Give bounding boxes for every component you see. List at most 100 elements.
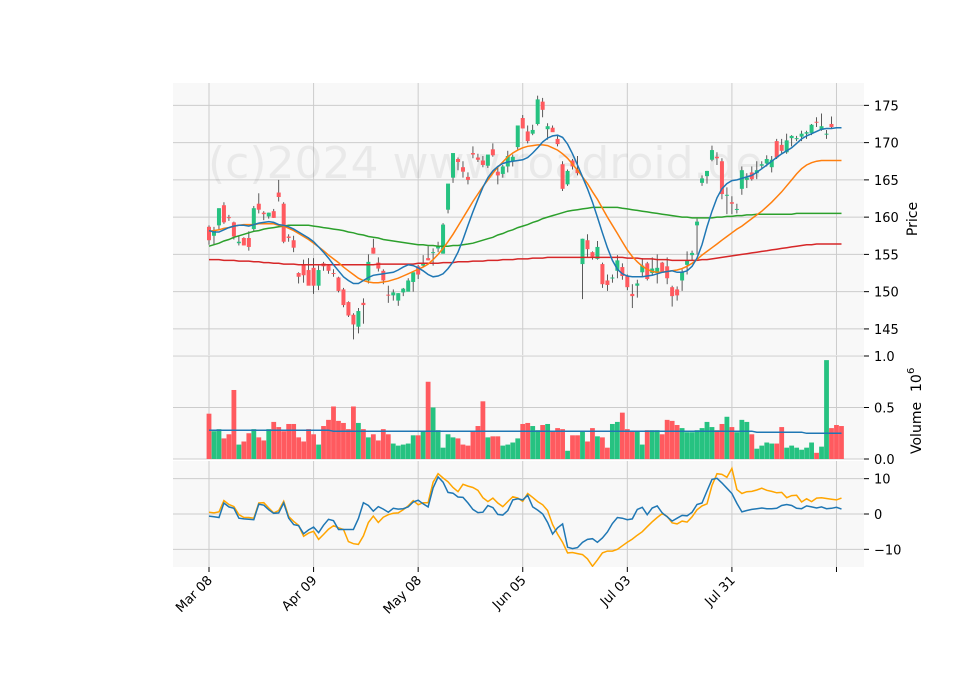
- candle-body: [446, 183, 451, 210]
- volume-bar: [316, 444, 321, 459]
- volume-bar: [674, 425, 680, 459]
- volume-bar: [704, 421, 710, 459]
- volume-bar: [694, 430, 700, 459]
- candle-body: [401, 288, 406, 293]
- volume-tick-label: 0.0: [874, 453, 895, 468]
- volume-bar: [430, 407, 436, 459]
- candle-body: [695, 221, 700, 226]
- volume-bar: [435, 430, 441, 459]
- candle-body: [361, 302, 366, 306]
- x-tick-label: May 08: [381, 573, 425, 617]
- volume-bar: [271, 421, 277, 459]
- candle-body: [246, 238, 251, 247]
- price-panel-background: [173, 83, 864, 355]
- candle-body: [700, 178, 705, 183]
- candle-body: [500, 166, 505, 174]
- candle-body: [207, 226, 211, 241]
- volume-exponent-base: 10: [909, 374, 925, 392]
- volume-bar: [311, 434, 316, 459]
- candle-body: [565, 170, 570, 185]
- volume-bar: [804, 447, 809, 459]
- candle-body: [829, 123, 834, 127]
- volume-bar: [286, 423, 292, 459]
- candle-body: [734, 208, 739, 210]
- price-tick-label: 175: [874, 99, 899, 114]
- volume-bar: [385, 434, 391, 459]
- volume-bar: [365, 437, 371, 459]
- candle-body: [670, 287, 675, 297]
- volume-bar: [515, 438, 521, 459]
- volume-bar: [819, 446, 824, 459]
- volume-bar: [654, 430, 660, 459]
- candle-body: [779, 144, 784, 151]
- candle-body: [251, 208, 256, 230]
- volume-bar: [390, 443, 396, 459]
- oscillator-tick-label: −10: [874, 543, 901, 558]
- volume-bar: [261, 440, 267, 459]
- candle-body: [431, 252, 436, 254]
- candle-body: [341, 289, 346, 306]
- volume-bar: [211, 431, 217, 459]
- candle-body: [226, 217, 231, 219]
- volume-bar: [540, 425, 546, 459]
- candle-body: [371, 247, 376, 254]
- volume-bar: [241, 441, 247, 459]
- volume-bar: [440, 447, 446, 459]
- volume-bar: [301, 441, 307, 459]
- volume-bar: [246, 433, 252, 459]
- price-tick-label: 145: [874, 323, 899, 338]
- candle-body: [600, 264, 605, 285]
- volume-bar: [420, 431, 426, 459]
- candle-body: [316, 270, 321, 286]
- volume-bar: [609, 423, 615, 459]
- candle-body: [764, 159, 769, 164]
- volume-bar: [236, 444, 242, 459]
- candle-body: [301, 264, 306, 276]
- candle-body: [351, 314, 356, 325]
- candle-body: [605, 280, 610, 285]
- volume-bar: [570, 435, 575, 459]
- price-tick-label: 155: [874, 248, 899, 263]
- volume-bar: [505, 444, 511, 459]
- volume-bar: [206, 413, 212, 459]
- volume-bar: [356, 422, 361, 459]
- candle-body: [680, 272, 685, 281]
- volume-bar: [824, 360, 829, 459]
- volume-bar: [714, 430, 720, 459]
- volume-bar: [664, 419, 670, 459]
- volume-bar: [425, 381, 431, 459]
- volume-tick-label: 0.5: [874, 402, 895, 417]
- volume-bar: [734, 432, 740, 459]
- volume-bar: [649, 430, 655, 459]
- volume-bar: [580, 431, 585, 459]
- candle-body: [535, 99, 540, 124]
- volume-bar: [535, 430, 541, 459]
- volume-bar: [380, 429, 386, 459]
- price-tick-label: 165: [874, 174, 899, 189]
- price-tick-label: 160: [874, 211, 899, 226]
- candle-body: [356, 311, 361, 327]
- candle-body: [271, 211, 276, 218]
- candle-body: [456, 159, 460, 162]
- volume-bar: [794, 447, 800, 459]
- oscillator-tick-label: 10: [874, 473, 891, 488]
- volume-bar: [276, 427, 282, 459]
- candle-body: [451, 153, 456, 178]
- candle-body: [460, 167, 465, 172]
- volume-bar: [500, 445, 506, 459]
- volume-bar: [590, 428, 595, 459]
- volume-bar: [585, 441, 590, 459]
- volume-bar: [520, 423, 526, 459]
- volume-bar: [784, 447, 790, 459]
- candle-body: [470, 153, 475, 155]
- candle-body: [331, 273, 336, 275]
- candle-body: [391, 292, 396, 296]
- volume-bar: [465, 445, 471, 459]
- volume-bar: [495, 436, 501, 459]
- volume-bar: [545, 423, 551, 459]
- volume-bar: [510, 442, 516, 459]
- x-tick-label: Jun 05: [489, 573, 529, 613]
- volume-bar: [256, 437, 262, 459]
- volume-axis-label: Volume: [909, 402, 925, 454]
- volume-bar: [485, 437, 491, 459]
